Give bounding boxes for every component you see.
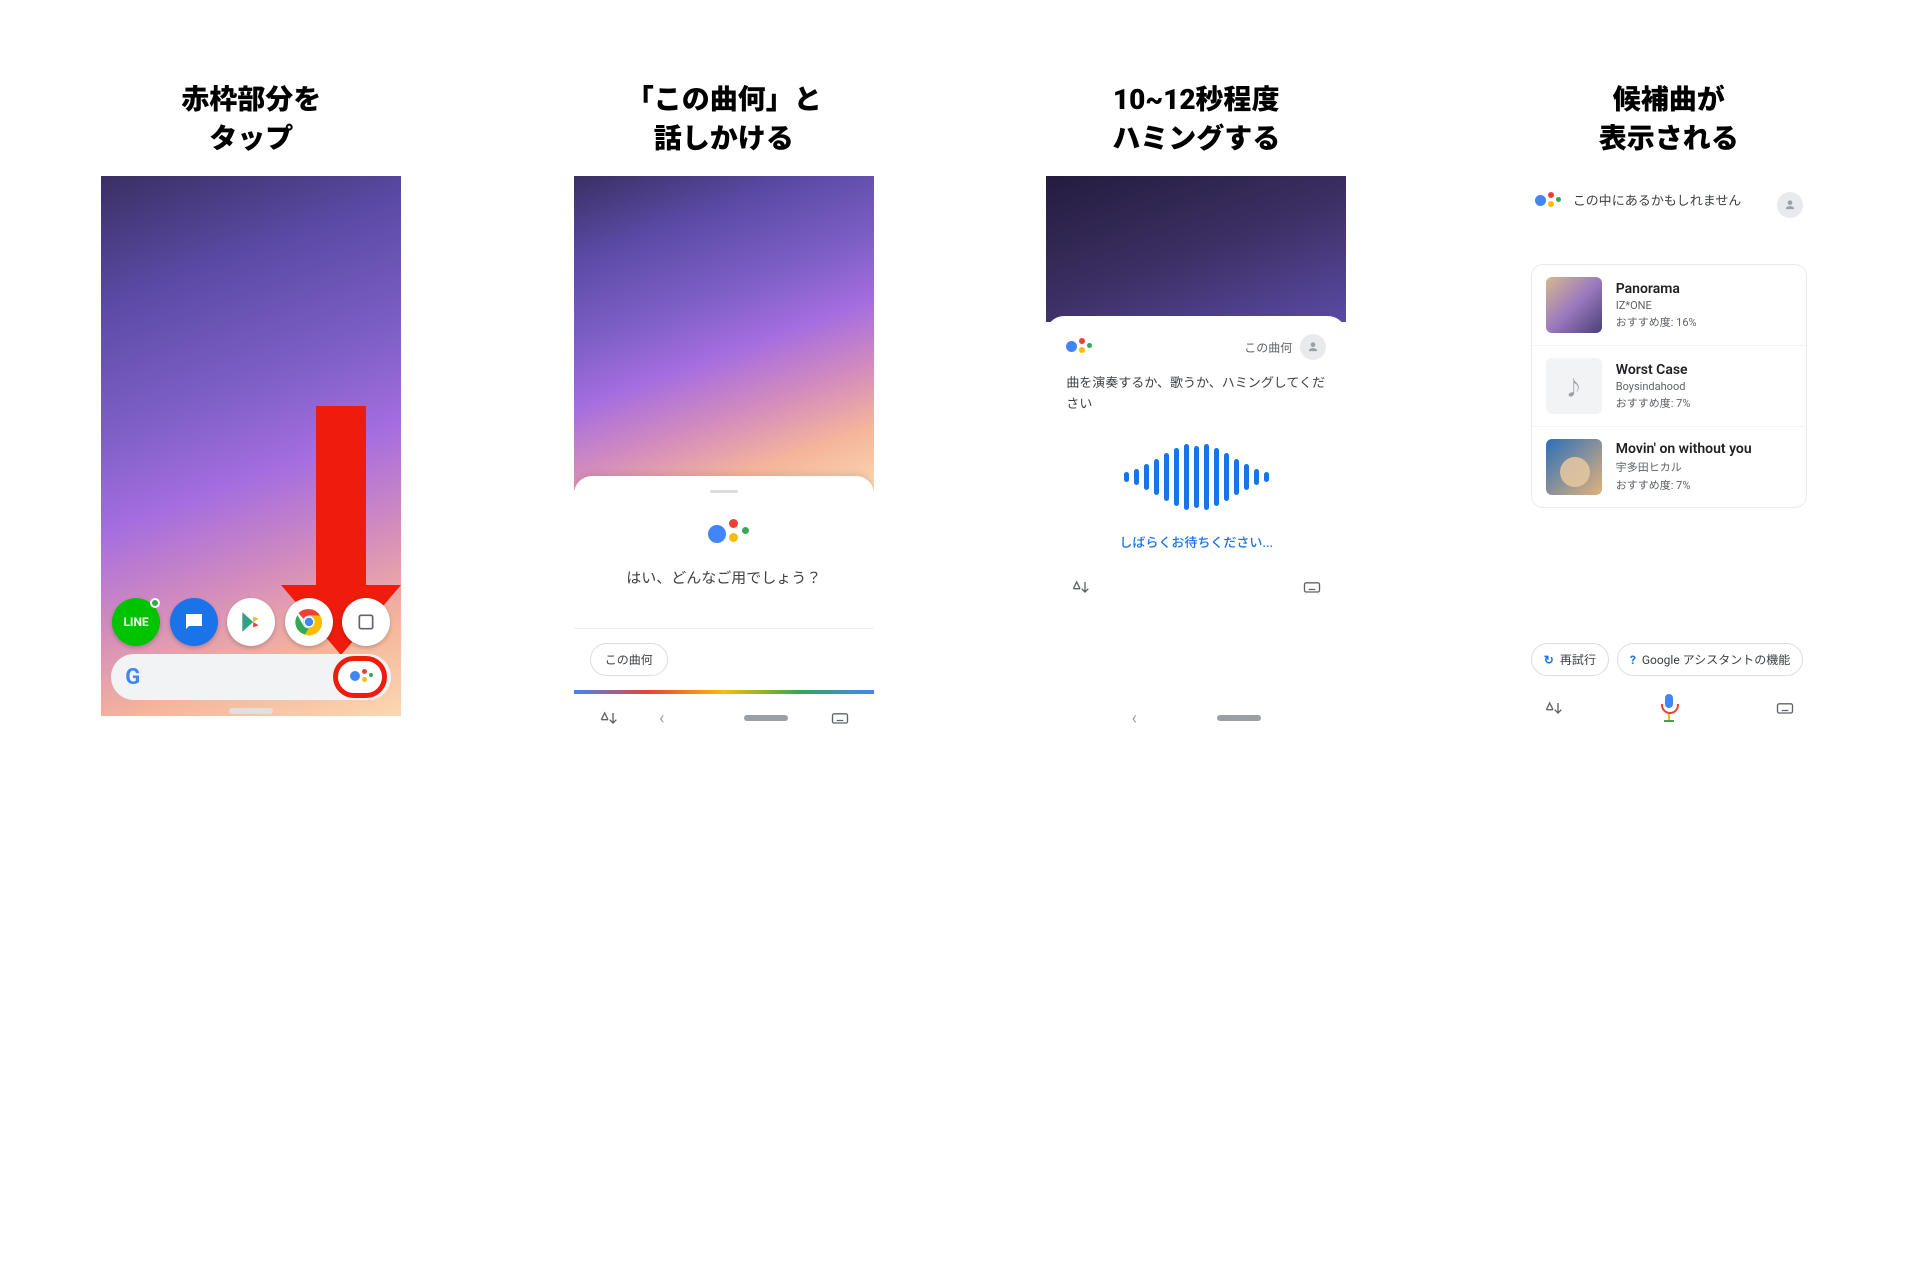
phone-2: はい、どんなご用でしょう？ この曲何 ‹ [574, 176, 874, 736]
step-4: 候補曲が表示される この中にあるかもしれません Panorama IZ*ONE … [1514, 80, 1824, 736]
phone-1: LINE G [101, 176, 401, 716]
song-result-item[interactable]: ♪ Worst Case Boysindahood おすすめ度: 7% [1532, 345, 1806, 426]
assistant-input-bar [1519, 694, 1819, 722]
user-avatar[interactable] [1777, 192, 1803, 218]
assistant-response-header: この中にあるかもしれません [1535, 192, 1803, 218]
explore-icon[interactable] [1070, 577, 1090, 597]
user-query-text: この曲何 [1244, 339, 1292, 356]
assistant-launch-button[interactable] [333, 656, 387, 698]
microphone-icon[interactable] [1658, 694, 1680, 722]
instruction-text: 曲を演奏するか、歌うか、ハミングしてください [1066, 374, 1326, 416]
step-2-title: 「この曲何」と話しかける [626, 80, 822, 158]
app-chrome-icon[interactable] [285, 598, 333, 646]
refresh-icon: ↻ [1544, 653, 1554, 667]
step-3-title: 10~12秒程度ハミングする [1112, 80, 1280, 158]
features-label: Google アシスタントの機能 [1642, 651, 1790, 668]
suggestion-chip[interactable]: この曲何 [590, 643, 668, 676]
step-1-title: 赤枠部分をタップ [181, 80, 321, 158]
music-note-icon: ♪ [1564, 372, 1584, 401]
assistant-logo-icon [1535, 192, 1561, 210]
user-avatar[interactable] [1300, 334, 1326, 360]
google-search-bar[interactable]: G [111, 654, 391, 700]
explore-icon[interactable] [1543, 698, 1563, 718]
app-messages-icon[interactable] [170, 598, 218, 646]
assistant-features-chip[interactable]: ? Google アシスタントの機能 [1617, 643, 1803, 676]
step-2: 「この曲何」と話しかける はい、どんなご用でしょう？ この曲何 ‹ [569, 80, 879, 736]
assistant-bottom-sheet: はい、どんなご用でしょう？ この曲何 [574, 476, 874, 692]
song-confidence: おすすめ度: 7% [1616, 477, 1752, 493]
android-nav-bar: ‹ [1046, 704, 1346, 732]
album-art-placeholder: ♪ [1546, 358, 1602, 414]
help-icon: ? [1630, 653, 1636, 667]
step-4-title: 候補曲が表示される [1599, 80, 1739, 158]
step-3: 10~12秒程度ハミングする この曲何 曲を演奏するか、歌うか、ハミングしてくだ… [1041, 80, 1351, 736]
assistant-message-text: この中にあるかもしれません [1573, 192, 1765, 212]
nav-home-pill[interactable] [1217, 715, 1261, 721]
assistant-listening-card: この曲何 曲を演奏するか、歌うか、ハミングしてください しばらくお待ちください.… [1046, 316, 1346, 692]
sheet-drag-handle[interactable] [710, 490, 738, 493]
nav-back-icon[interactable]: ‹ [659, 708, 664, 729]
line-label: LINE [123, 615, 148, 629]
song-title: Movin' on without you [1616, 441, 1752, 457]
song-artist: Boysindahood [1616, 380, 1691, 393]
wallpaper [574, 176, 874, 490]
gesture-nav-pill[interactable] [229, 708, 273, 714]
song-confidence: おすすめ度: 16% [1616, 314, 1697, 330]
song-results-list: Panorama IZ*ONE おすすめ度: 16% ♪ Worst Case … [1531, 264, 1807, 508]
album-art-thumbnail [1546, 277, 1602, 333]
audio-waveform-icon [1066, 442, 1326, 512]
retry-label: 再試行 [1560, 651, 1596, 668]
retry-chip[interactable]: ↻ 再試行 [1531, 643, 1609, 676]
song-result-item[interactable]: Panorama IZ*ONE おすすめ度: 16% [1532, 265, 1806, 345]
suggestion-chip-row: この曲何 [574, 628, 874, 690]
app-dock: LINE [101, 598, 401, 646]
phone-4: この中にあるかもしれません Panorama IZ*ONE おすすめ度: 16%… [1519, 176, 1819, 736]
song-title: Panorama [1616, 281, 1697, 297]
assistant-prompt-text: はい、どんなご用でしょう？ [574, 567, 874, 628]
listening-indicator [574, 690, 874, 694]
song-title: Worst Case [1616, 362, 1691, 378]
please-wait-text: しばらくお待ちください... [1066, 532, 1326, 551]
nav-home-pill[interactable] [744, 715, 788, 721]
assistant-logo-icon [350, 667, 370, 687]
google-g-logo-icon: G [125, 665, 140, 690]
action-chip-row: ↻ 再試行 ? Google アシスタントの機能 [1531, 643, 1819, 676]
song-artist: IZ*ONE [1616, 299, 1697, 312]
assistant-toolbar [1066, 569, 1326, 605]
album-art-thumbnail [1546, 439, 1602, 495]
song-artist: 宇多田ヒカル [1616, 459, 1752, 475]
notification-dot [150, 598, 160, 608]
wallpaper [1046, 176, 1346, 322]
song-result-item[interactable]: Movin' on without you 宇多田ヒカル おすすめ度: 7% [1532, 426, 1806, 507]
song-confidence: おすすめ度: 7% [1616, 395, 1691, 411]
phone-3: この曲何 曲を演奏するか、歌うか、ハミングしてください しばらくお待ちください.… [1046, 176, 1346, 736]
app-generic-icon[interactable] [342, 598, 390, 646]
assistant-logo-icon [702, 519, 746, 549]
app-line-icon[interactable]: LINE [112, 598, 160, 646]
nav-back-icon[interactable]: ‹ [1132, 708, 1137, 729]
step-1: 赤枠部分をタップ LINE [96, 80, 406, 716]
assistant-logo-icon [1066, 338, 1092, 356]
keyboard-icon[interactable] [1775, 698, 1795, 718]
android-nav-bar: ‹ [574, 704, 874, 732]
app-play-store-icon[interactable] [227, 598, 275, 646]
keyboard-icon[interactable] [1302, 577, 1322, 597]
